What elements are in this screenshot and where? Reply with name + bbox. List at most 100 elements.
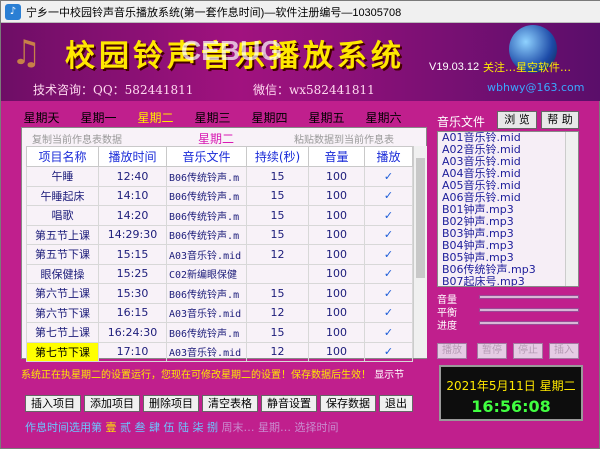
cell-time[interactable]: 14:10: [98, 185, 167, 206]
col-header-duration[interactable]: 持续(秒): [246, 146, 309, 167]
cell-play[interactable]: ✓: [364, 224, 413, 245]
cell-time[interactable]: 16:15: [98, 302, 167, 323]
cell-duration[interactable]: 15: [246, 205, 309, 226]
cell-duration[interactable]: 15: [246, 224, 309, 245]
delete-item-button[interactable]: 删除项目: [143, 395, 199, 412]
follow-link[interactable]: 关注…星空软件…: [483, 59, 571, 75]
col-header-name[interactable]: 项目名称: [26, 146, 99, 167]
cell-time[interactable]: 14:29:30: [98, 224, 167, 245]
browse-button[interactable]: 浏 览: [497, 111, 537, 129]
table-row[interactable]: 午睡 12:40 B06传统铃声.m 15 100 ✓: [26, 166, 413, 187]
cell-name[interactable]: 第六节下课: [26, 302, 99, 323]
col-header-volume[interactable]: 音量: [308, 146, 365, 167]
file-list-item[interactable]: B07起床号.mp3: [440, 276, 578, 287]
cell-time[interactable]: 15:25: [98, 263, 167, 284]
pause-button[interactable]: 暂停: [477, 343, 507, 359]
cell-duration[interactable]: [246, 263, 309, 284]
scrollbar-thumb[interactable]: [416, 158, 425, 278]
tab-sunday[interactable]: 星期天: [13, 109, 70, 126]
cell-play[interactable]: ✓: [364, 341, 413, 362]
cell-volume[interactable]: 100: [308, 322, 365, 343]
mute-settings-button[interactable]: 静音设置: [261, 395, 317, 412]
col-header-time[interactable]: 播放时间: [98, 146, 167, 167]
tab-tuesday[interactable]: 星期二: [127, 109, 184, 126]
table-row[interactable]: 第五节上课 14:29:30 B06传统铃声.m 15 100 ✓: [26, 224, 413, 245]
cell-play[interactable]: ✓: [364, 263, 413, 284]
copy-schedule-button[interactable]: 复制当前作息表数据: [32, 131, 122, 146]
cell-time[interactable]: 16:24:30: [98, 322, 167, 343]
tab-saturday[interactable]: 星期六: [355, 109, 412, 126]
cell-play[interactable]: ✓: [364, 322, 413, 343]
col-header-play[interactable]: 播放: [364, 146, 413, 167]
cell-name[interactable]: 午睡起床: [26, 185, 99, 206]
cell-volume[interactable]: 100: [308, 185, 365, 206]
table-row[interactable]: 第六节下课 16:15 A03音乐铃.mid 12 100 ✓: [26, 302, 413, 323]
cell-name[interactable]: 第五节下课: [26, 244, 99, 265]
cell-play[interactable]: ✓: [364, 185, 413, 206]
cell-volume[interactable]: 100: [308, 224, 365, 245]
cell-play[interactable]: ✓: [364, 283, 413, 304]
cell-file[interactable]: C02新编眼保健: [166, 263, 247, 284]
cell-volume[interactable]: 100: [308, 166, 365, 187]
cell-time[interactable]: 14:20: [98, 205, 167, 226]
cell-play[interactable]: ✓: [364, 205, 413, 226]
cell-play[interactable]: ✓: [364, 244, 413, 265]
table-row[interactable]: 唱歌 14:20 B06传统铃声.m 15 100 ✓: [26, 205, 413, 226]
cell-file[interactable]: B06传统铃声.m: [166, 205, 247, 226]
table-row[interactable]: 第七节上课 16:24:30 B06传统铃声.m 15 100 ✓: [26, 322, 413, 343]
cell-duration[interactable]: 12: [246, 341, 309, 362]
table-row[interactable]: 第五节下课 15:15 A03音乐铃.mid 12 100 ✓: [26, 244, 413, 265]
cell-volume[interactable]: 100: [308, 283, 365, 304]
cell-file[interactable]: B06传统铃声.m: [166, 283, 247, 304]
progress-slider[interactable]: [479, 321, 579, 325]
cell-file[interactable]: A03音乐铃.mid: [166, 302, 247, 323]
insert-button[interactable]: 插入: [549, 343, 579, 359]
help-button[interactable]: 帮 助: [541, 111, 579, 129]
tab-monday[interactable]: 星期一: [70, 109, 127, 126]
cell-time[interactable]: 17:10: [98, 341, 167, 362]
exit-button[interactable]: 退出: [379, 395, 413, 412]
table-scrollbar[interactable]: [413, 146, 427, 358]
schedule-tail[interactable]: 周末… 星期… 选择时间: [221, 421, 338, 434]
cell-name[interactable]: 第五节上课: [26, 224, 99, 245]
insert-item-button[interactable]: 插入项目: [25, 395, 81, 412]
cell-name[interactable]: 第七节上课: [26, 322, 99, 343]
cell-name[interactable]: 眼保健操: [26, 263, 99, 284]
cell-duration[interactable]: 15: [246, 185, 309, 206]
file-list-scrollbar[interactable]: [565, 132, 578, 286]
tab-thursday[interactable]: 星期四: [241, 109, 298, 126]
add-item-button[interactable]: 添加项目: [84, 395, 140, 412]
tab-friday[interactable]: 星期五: [298, 109, 355, 126]
cell-file[interactable]: B06传统铃声.m: [166, 185, 247, 206]
play-button[interactable]: 播放: [437, 343, 467, 359]
schedule-options[interactable]: 贰 叁 肆 伍 陆 柒 捌: [120, 421, 218, 434]
cell-volume[interactable]: 100: [308, 302, 365, 323]
cell-volume[interactable]: 100: [308, 244, 365, 265]
cell-play[interactable]: ✓: [364, 166, 413, 187]
schedule-option-selected[interactable]: 壹: [106, 421, 117, 434]
cell-file[interactable]: A03音乐铃.mid: [166, 244, 247, 265]
cell-play[interactable]: ✓: [364, 302, 413, 323]
table-row[interactable]: 第六节上课 15:30 B06传统铃声.m 15 100 ✓: [26, 283, 413, 304]
cell-volume[interactable]: 100: [308, 341, 365, 362]
cell-name[interactable]: 唱歌: [26, 205, 99, 226]
cell-duration[interactable]: 15: [246, 283, 309, 304]
cell-name[interactable]: 第七节下课: [26, 341, 99, 362]
cell-time[interactable]: 15:30: [98, 283, 167, 304]
cell-name[interactable]: 第六节上课: [26, 283, 99, 304]
cell-file[interactable]: B06传统铃声.m: [166, 166, 247, 187]
cell-file[interactable]: B06传统铃声.m: [166, 322, 247, 343]
music-file-list[interactable]: A01音乐铃.mid A02音乐铃.mid A03音乐铃.mid A04音乐铃.mid…: [437, 131, 579, 287]
paste-schedule-button[interactable]: 粘贴数据到当前作息表: [294, 131, 394, 146]
stop-button[interactable]: 停止: [513, 343, 543, 359]
save-data-button[interactable]: 保存数据: [320, 395, 376, 412]
cell-time[interactable]: 12:40: [98, 166, 167, 187]
volume-slider[interactable]: [479, 295, 579, 299]
cell-name[interactable]: 午睡: [26, 166, 99, 187]
tab-wednesday[interactable]: 星期三: [184, 109, 241, 126]
cell-file[interactable]: A03音乐铃.mid: [166, 341, 247, 362]
cell-duration[interactable]: 12: [246, 302, 309, 323]
cell-volume[interactable]: 100: [308, 205, 365, 226]
table-row[interactable]: 午睡起床 14:10 B06传统铃声.m 15 100 ✓: [26, 185, 413, 206]
balance-slider[interactable]: [479, 308, 579, 312]
